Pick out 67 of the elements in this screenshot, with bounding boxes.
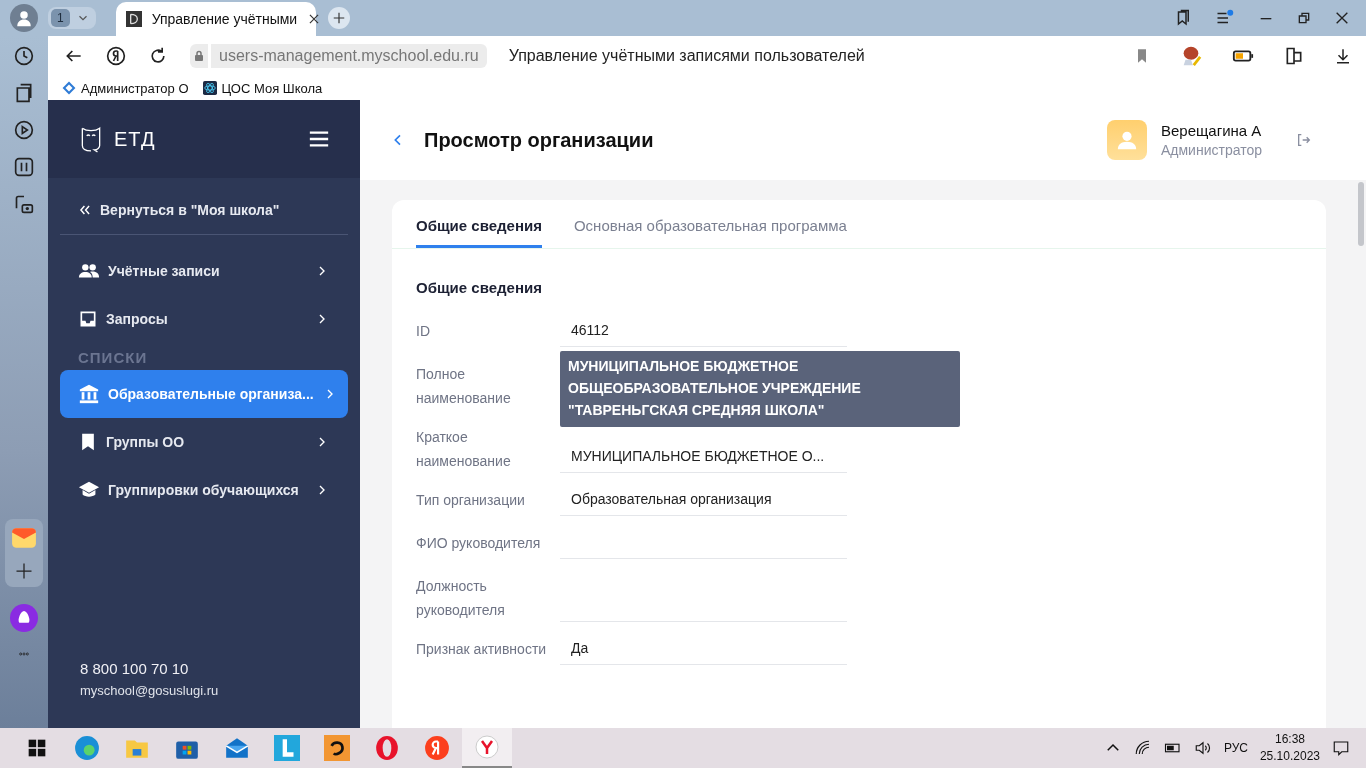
bookmark-link[interactable]: ЦОС Моя Школа bbox=[202, 80, 323, 96]
user-role: Администратор bbox=[1161, 142, 1262, 158]
assistant-icon[interactable] bbox=[10, 604, 38, 632]
content-tab[interactable]: Основная образовательная программа bbox=[573, 200, 847, 248]
content-tab[interactable]: Общие сведения bbox=[416, 200, 542, 248]
section-heading: СПИСКИ bbox=[77, 348, 149, 368]
phone-number: 8 800 100 70 10 bbox=[80, 660, 190, 677]
bookmark-link[interactable]: Администратор О bbox=[62, 80, 189, 96]
plus-icon bbox=[331, 11, 346, 25]
section-title: Общие сведения bbox=[416, 279, 543, 296]
l-app-icon[interactable] bbox=[274, 735, 300, 761]
download-icon[interactable] bbox=[1334, 47, 1352, 65]
value-field: 46112 bbox=[560, 316, 847, 347]
value-field: Образовательная организация bbox=[560, 485, 847, 516]
tab-group-button[interactable]: 1 bbox=[48, 7, 96, 29]
play-icon[interactable] bbox=[14, 120, 34, 140]
email-address: myschool@gosuslugi.ru bbox=[80, 683, 220, 698]
menu-icon[interactable] bbox=[308, 128, 330, 150]
field-label: Должность руководителя bbox=[416, 577, 506, 620]
double-chevron-left-icon bbox=[78, 203, 92, 217]
speaker-icon[interactable] bbox=[1193, 739, 1212, 757]
new-tab-button[interactable] bbox=[327, 7, 350, 29]
language-indicator[interactable]: РУС bbox=[1223, 741, 1248, 755]
page-title: Управление учётными записями пользователей bbox=[508, 47, 865, 65]
tooltip: МУНИЦИПАЛЬНОЕ БЮДЖЕТНОЕ ОБЩЕОБРАЗОВАТЕЛЬНОЕ УЧРЕЖДЕНИЕ "ТАВРЕНЬГСКАЯ СРЕДНЯЯ ШКОЛА" bbox=[560, 351, 960, 427]
field-label: ID bbox=[416, 322, 431, 341]
sidebar-item[interactable]: Учётные записи bbox=[60, 247, 348, 295]
start-icon[interactable] bbox=[27, 738, 47, 758]
person-icon bbox=[1116, 129, 1138, 151]
diamond-icon bbox=[62, 81, 76, 95]
field-label: Тип организации bbox=[416, 491, 526, 510]
sidebar-item[interactable]: Группировки обучающихся bbox=[60, 466, 348, 514]
sidebar-item[interactable]: Группы ОО bbox=[60, 418, 348, 466]
screenshot-icon[interactable] bbox=[14, 194, 34, 214]
profile-avatar[interactable] bbox=[10, 4, 38, 32]
page-heading: Просмотр организации bbox=[424, 128, 654, 152]
close-icon[interactable] bbox=[1334, 10, 1350, 26]
plus-icon[interactable] bbox=[14, 561, 34, 581]
site-icon bbox=[125, 11, 142, 27]
value-field: МУНИЦИПАЛЬНОЕ БЮДЖЕТНОЕ О... bbox=[560, 442, 847, 473]
notification-icon[interactable] bbox=[1332, 739, 1350, 757]
inbox-icon bbox=[78, 309, 98, 329]
field-label: Полное наименование bbox=[416, 365, 512, 408]
logo-text: ЕТД bbox=[114, 127, 156, 151]
user-name: Верещагина А bbox=[1161, 122, 1262, 139]
back-link[interactable]: Вернуться в "Моя школа" bbox=[100, 202, 280, 218]
address-bar[interactable]: users-management.myschool.edu.ru bbox=[211, 44, 487, 68]
browser-tab[interactable]: Управление учётными bbox=[115, 2, 316, 36]
field-label: Признак активности bbox=[416, 640, 548, 659]
value-field: Да bbox=[560, 634, 847, 665]
clock[interactable]: 16:38 25.10.2023 bbox=[1259, 731, 1320, 765]
wifi-icon[interactable] bbox=[1133, 739, 1152, 757]
lock-icon bbox=[193, 50, 205, 62]
restore-icon[interactable] bbox=[1296, 10, 1312, 26]
app-icon[interactable] bbox=[324, 735, 350, 761]
notes-icon[interactable] bbox=[14, 83, 34, 103]
sidebar-item[interactable]: Запросы bbox=[60, 295, 348, 343]
logout-icon[interactable] bbox=[1296, 132, 1312, 148]
scrollbar-thumb[interactable] bbox=[1358, 182, 1364, 246]
atom-icon bbox=[202, 81, 217, 95]
bank-icon bbox=[78, 383, 100, 405]
reload-icon[interactable] bbox=[148, 46, 168, 66]
field-label: Краткое наименование bbox=[416, 428, 512, 471]
sidebar-item[interactable]: Образовательные организа... bbox=[60, 370, 348, 418]
person-icon bbox=[15, 9, 33, 27]
field-label: ФИО руководителя bbox=[416, 534, 542, 553]
history-icon[interactable] bbox=[14, 46, 34, 66]
